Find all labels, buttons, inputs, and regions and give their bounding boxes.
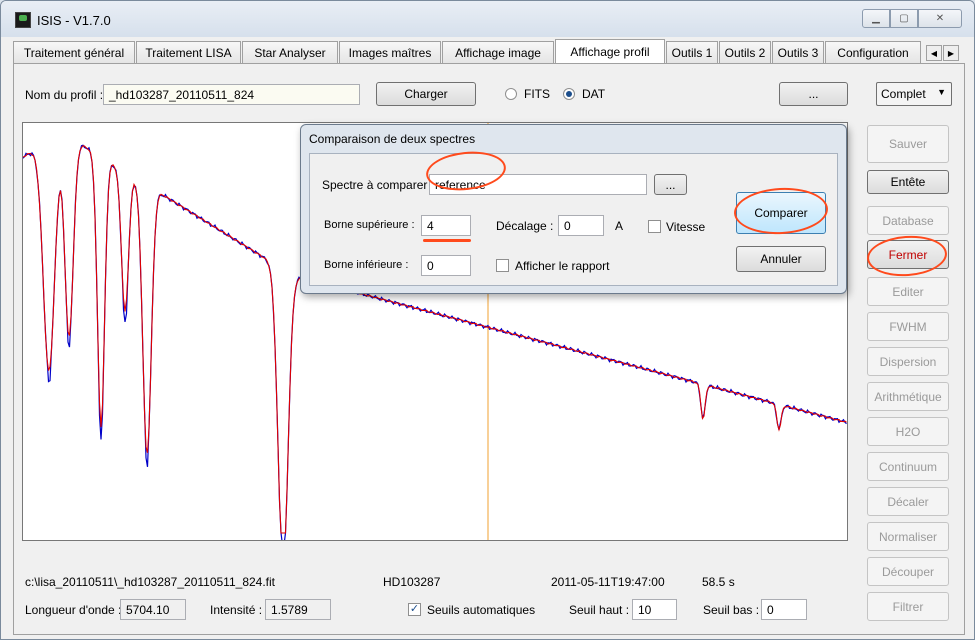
show-report-checkbox[interactable] xyxy=(496,259,509,272)
header-button[interactable]: Entête xyxy=(867,170,949,194)
intensity-field: 1.5789 xyxy=(265,599,331,620)
high-threshold-field[interactable]: 10 xyxy=(632,599,677,620)
app-logo-icon xyxy=(15,12,31,28)
tab-outils-3[interactable]: Outils 3 xyxy=(772,41,824,63)
tab-bar: Traitement général Traitement LISA Star … xyxy=(13,39,963,64)
cancel-button[interactable]: Annuler xyxy=(736,246,826,272)
window-title: ISIS - V1.7.0 xyxy=(37,13,111,28)
dialog-title: Comparaison de deux spectres xyxy=(309,132,476,146)
lower-bound-label: Borne inférieure : xyxy=(324,259,409,271)
profile-name-field[interactable]: _hd103287_20110511_824 xyxy=(103,84,360,105)
edit-button[interactable]: Editer xyxy=(867,277,949,306)
speed-label: Vitesse xyxy=(666,220,706,234)
wavelength-label: Longueur d'onde : xyxy=(25,603,122,617)
fits-radio[interactable] xyxy=(505,88,517,100)
offset-field[interactable]: 0 xyxy=(558,215,604,236)
annotation-underline-upper xyxy=(423,239,471,242)
tab-images-maitres[interactable]: Images maîtres xyxy=(339,41,441,63)
observation-date-text: 2011-05-11T19:47:00 xyxy=(551,575,665,589)
continuum-button[interactable]: Continuum xyxy=(867,452,949,481)
auto-thresholds-label: Seuils automatiques xyxy=(427,603,536,617)
chevron-down-icon: ▼ xyxy=(937,87,946,97)
app-window: ISIS - V1.7.0 ▁ ▢ ✕ Traitement général T… xyxy=(0,0,975,640)
tab-outils-2[interactable]: Outils 2 xyxy=(719,41,771,63)
browse-spectrum-button[interactable]: ... xyxy=(654,174,687,195)
database-button[interactable]: Database xyxy=(867,206,949,235)
title-bar: ISIS - V1.7.0 ▁ ▢ ✕ xyxy=(1,1,974,37)
dispersion-button[interactable]: Dispersion xyxy=(867,347,949,376)
wavelength-field: 5704.10 xyxy=(120,599,186,620)
normalize-button[interactable]: Normaliser xyxy=(867,522,949,551)
tab-affichage-image[interactable]: Affichage image xyxy=(442,41,554,63)
h2o-button[interactable]: H2O xyxy=(867,417,949,446)
file-path-text: c:\lisa_20110511\_hd103287_20110511_824.… xyxy=(25,575,276,589)
dialog-body: Spectre à comparer : reference ... Borne… xyxy=(309,147,838,286)
high-threshold-label: Seuil haut : xyxy=(569,603,630,617)
close-icon[interactable]: ✕ xyxy=(918,9,962,28)
dat-radio[interactable] xyxy=(563,88,575,100)
auto-thresholds-checkbox[interactable]: ✓ xyxy=(408,603,421,616)
compare-spectrum-label: Spectre à comparer : xyxy=(322,178,435,192)
exposure-text: 58.5 s xyxy=(702,575,735,589)
show-report-label: Afficher le rapport xyxy=(515,259,610,273)
display-mode-value: Complet xyxy=(881,87,926,101)
offset-label: Décalage : xyxy=(496,219,554,233)
filter-button[interactable]: Filtrer xyxy=(867,592,949,621)
tab-star-analyser[interactable]: Star Analyser xyxy=(242,41,338,63)
speed-checkbox[interactable] xyxy=(648,220,661,233)
tab-traitement-lisa[interactable]: Traitement LISA xyxy=(136,41,241,63)
tab-configuration[interactable]: Configuration xyxy=(825,41,921,63)
intensity-label: Intensité : xyxy=(210,603,263,617)
upper-bound-field[interactable]: 4 xyxy=(421,215,471,236)
profile-name-label: Nom du profil : xyxy=(25,88,104,102)
compare-spectra-dialog: Comparaison de deux spectres Spectre à c… xyxy=(300,124,847,294)
low-threshold-field[interactable]: 0 xyxy=(761,599,807,620)
shift-button[interactable]: Décaler xyxy=(867,487,949,516)
tab-traitement-general[interactable]: Traitement général xyxy=(13,41,135,63)
tab-affichage-profil[interactable]: Affichage profil xyxy=(555,39,665,64)
tab-scroll-left-icon[interactable]: ◀ xyxy=(926,45,942,61)
fits-label: FITS xyxy=(524,87,550,101)
upper-bound-label: Borne supérieure : xyxy=(324,219,415,231)
save-button[interactable]: Sauver xyxy=(867,125,949,163)
low-threshold-label: Seuil bas : xyxy=(703,603,760,617)
object-name-text: HD103287 xyxy=(383,575,441,589)
crop-button[interactable]: Découper xyxy=(867,557,949,586)
arithmetic-button[interactable]: Arithmétique xyxy=(867,382,949,411)
maximize-icon[interactable]: ▢ xyxy=(890,9,918,28)
offset-unit: A xyxy=(615,219,624,233)
minimize-icon[interactable]: ▁ xyxy=(862,9,890,28)
tab-scroll-right-icon[interactable]: ▶ xyxy=(943,45,959,61)
tab-outils-1[interactable]: Outils 1 xyxy=(666,41,718,63)
display-mode-select[interactable]: Complet ▼ xyxy=(876,82,952,106)
lower-bound-field[interactable]: 0 xyxy=(421,255,471,276)
fwhm-button[interactable]: FWHM xyxy=(867,312,949,341)
browse-profile-button[interactable]: ... xyxy=(779,82,848,106)
dat-label: DAT xyxy=(582,87,606,101)
load-button[interactable]: Charger xyxy=(376,82,476,106)
